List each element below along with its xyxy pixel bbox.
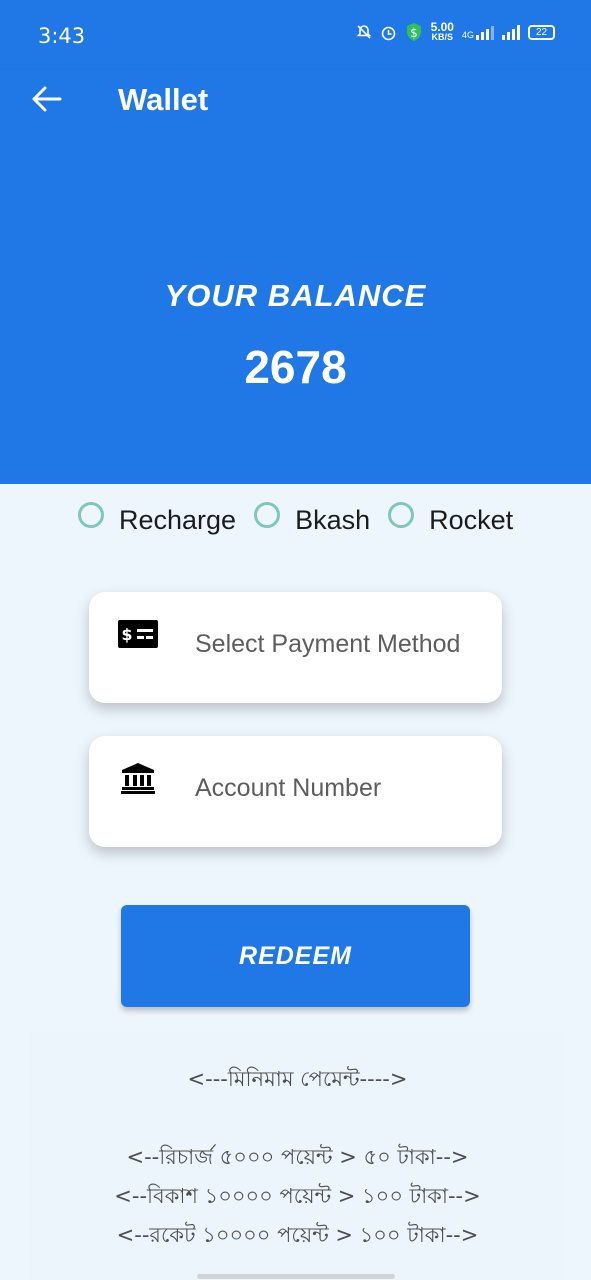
status-time: 3:43 [38, 24, 86, 48]
radio-option-bkash[interactable]: Bkash [254, 500, 370, 536]
account-number-input[interactable] [195, 774, 495, 803]
app-bar: Wallet [0, 70, 591, 144]
arrow-left-icon [32, 86, 62, 112]
radio-button[interactable] [254, 502, 281, 528]
balance-value: 2678 [244, 341, 347, 393]
svg-text:$: $ [410, 26, 418, 40]
network-type-signal: 4G [462, 24, 494, 40]
net-speed-value: 5.00 [430, 20, 454, 34]
radio-label: Recharge [119, 505, 237, 535]
info-line: <--বিকাশ ১০০০০ পয়েন্ট > ১০০ টাকা--> [114, 1184, 481, 1208]
redeem-button[interactable]: REDEEM [121, 905, 470, 1007]
payment-method-field[interactable]: $ [89, 592, 502, 703]
network-type: 4G [461, 30, 474, 40]
info-line: <--রকেট ১০০০০ পয়েন্ট > ১০০ টাকা--> [116, 1223, 479, 1247]
radio-option-recharge[interactable]: Recharge [78, 500, 236, 536]
mute-bell-icon [356, 25, 372, 39]
info-line: <--রিচার্জ ৫০০০ পয়েন্ট > ৫০ টাকা--> [126, 1145, 469, 1169]
status-bar: 3:43 $ 5.00 KB/S 4G 22 [0, 0, 591, 70]
radio-label: Rocket [429, 505, 514, 535]
info-heading: <---মিনিমাম পেমেন্ট----> [187, 1067, 408, 1091]
signal-bars-icon [476, 24, 494, 40]
payment-method-input[interactable] [195, 630, 495, 659]
balance-label: YOUR BALANCE [164, 278, 427, 313]
radio-label: Bkash [295, 505, 371, 535]
payment-type-radio-group: Recharge Bkash Rocket [78, 500, 531, 540]
account-number-field[interactable] [89, 736, 502, 847]
status-icons: $ 5.00 KB/S 4G 22 [356, 20, 555, 42]
shield-dollar-icon: $ [406, 23, 421, 41]
radio-option-rocket[interactable]: Rocket [388, 500, 513, 536]
net-speed-unit: KB/S [431, 32, 454, 42]
signal-bars-icon [502, 24, 520, 40]
back-button[interactable] [30, 84, 64, 114]
page-title: Wallet [118, 82, 209, 117]
balance-panel: YOUR BALANCE 2678 [0, 144, 591, 484]
svg-text:$: $ [121, 625, 132, 644]
alarm-icon [381, 26, 395, 40]
radio-button[interactable] [388, 502, 415, 528]
battery-icon: 22 [528, 24, 555, 40]
minimum-payment-info: <---মিনিমাম পেমেন্ট----> <--রিচার্জ ৫০০০… [30, 1032, 565, 1280]
radio-button[interactable] [78, 502, 104, 528]
bank-icon [121, 763, 155, 794]
net-speed: 5.00 KB/S [430, 20, 454, 42]
home-indicator [197, 1274, 395, 1279]
money-bill-icon: $ [118, 620, 158, 648]
